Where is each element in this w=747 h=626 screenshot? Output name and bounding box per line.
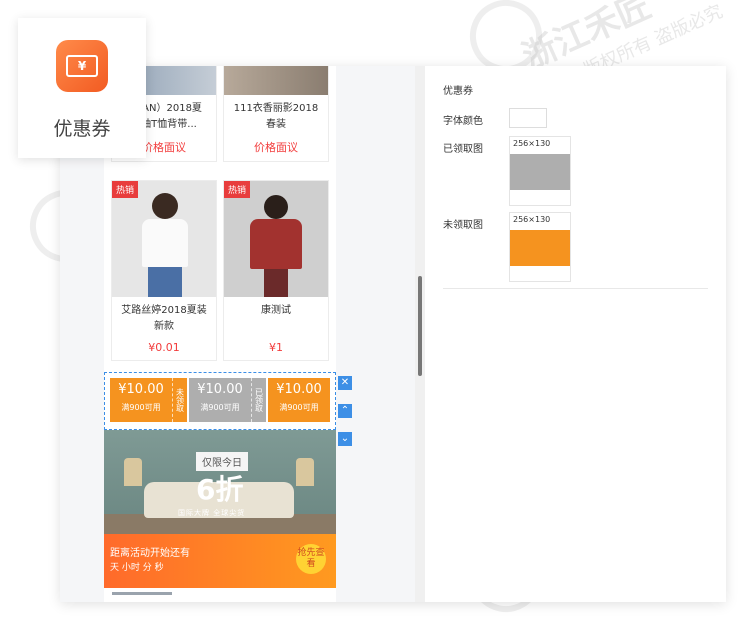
product-image	[224, 66, 328, 95]
scroll-indicator	[112, 592, 172, 595]
product-image: 热销	[224, 181, 328, 297]
product-title: 艾路丝婷2018夏装新款 纯棉T恤女短袖V领上...	[121, 305, 207, 332]
close-button[interactable]: ✕	[338, 376, 352, 390]
coupon-icon: ¥	[56, 40, 108, 92]
coupon-item[interactable]: ¥10.00 满900可用 未领取	[110, 378, 187, 422]
move-down-button[interactable]: ⌄	[338, 432, 352, 446]
countdown-title: 距离活动开始还有	[110, 548, 190, 559]
preview-cta-button[interactable]: 抢先查看	[296, 544, 326, 574]
font-color-picker[interactable]	[509, 108, 547, 128]
coupon-status: 已领取	[251, 378, 266, 422]
coupon-status: 未领取	[172, 378, 187, 422]
promo-banner[interactable]: 仅限今日 6折 国际大牌 全球尖货 距离活动开始还有 天 小时 分 秒 抢先查看	[104, 430, 336, 588]
image-size: 256×130	[513, 215, 551, 224]
product-image: 热销	[112, 181, 216, 297]
claimed-image-preview	[510, 154, 570, 190]
hot-badge: 热销	[224, 181, 251, 198]
discount-text: 6折	[196, 473, 244, 506]
settings-panel: 优惠券 字体颜色 已领取图 256×130 未领取图 256×130	[425, 66, 726, 602]
coupon-item[interactable]: ¥10.00 满900可用	[268, 378, 330, 422]
hot-badge: 热销	[112, 181, 139, 198]
claimed-image-upload[interactable]: 256×130	[509, 136, 571, 206]
banner-slogan: 国际大牌 全球尖货	[178, 509, 246, 517]
move-up-button[interactable]: ⌃	[338, 404, 352, 418]
coupon-amount: ¥10.00	[276, 382, 322, 397]
product-card[interactable]: 热销 康测试 ¥1	[223, 180, 329, 361]
product-card[interactable]: 热销 艾路丝婷2018夏装新款 纯棉T恤女短袖V领上... ¥0.01	[111, 180, 217, 361]
settings-title: 优惠券	[443, 86, 473, 97]
product-price: ¥1	[269, 341, 283, 354]
product-price: ¥0.01	[148, 341, 180, 354]
image-size: 256×130	[513, 139, 551, 148]
unclaimed-image-upload[interactable]: 256×130	[509, 212, 571, 282]
coupon-amount: ¥10.00	[118, 382, 164, 397]
claimed-image-label: 已领取图	[443, 144, 483, 155]
divider	[443, 288, 708, 289]
coupon-condition: 满900可用	[279, 403, 319, 412]
coupon-condition: 满900可用	[200, 403, 240, 412]
unclaimed-image-preview	[510, 230, 570, 266]
countdown-timer: 天 小时 分 秒	[110, 563, 164, 573]
product-card[interactable]: 111衣香丽影2018春装 新款韩版时尚露背喇... 价格面议	[223, 66, 329, 162]
product-title: 康测试	[261, 305, 291, 316]
coupon-component-card[interactable]: ¥ 优惠券	[18, 18, 146, 158]
coupon-condition: 满900可用	[121, 403, 161, 412]
unclaimed-image-label: 未领取图	[443, 220, 483, 231]
product-title: 111衣香丽影2018春装 新款韩版时尚露背喇...	[233, 103, 319, 130]
coupon-block[interactable]: ¥10.00 满900可用 未领取 ¥10.00 满900可用 已领取 ¥10.…	[104, 372, 336, 430]
editor-panel: NMAN）2018夏 短袖T恤背带... 价格面议 111衣香丽影2018春装 …	[60, 66, 726, 602]
component-label: 优惠券	[53, 118, 111, 140]
preview-scrollbar[interactable]	[415, 66, 425, 602]
font-color-label: 字体颜色	[443, 116, 483, 127]
coupon-item[interactable]: ¥10.00 满900可用 已领取	[189, 378, 266, 422]
coupon-amount: ¥10.00	[197, 382, 243, 397]
product-price: 价格面议	[254, 141, 298, 154]
